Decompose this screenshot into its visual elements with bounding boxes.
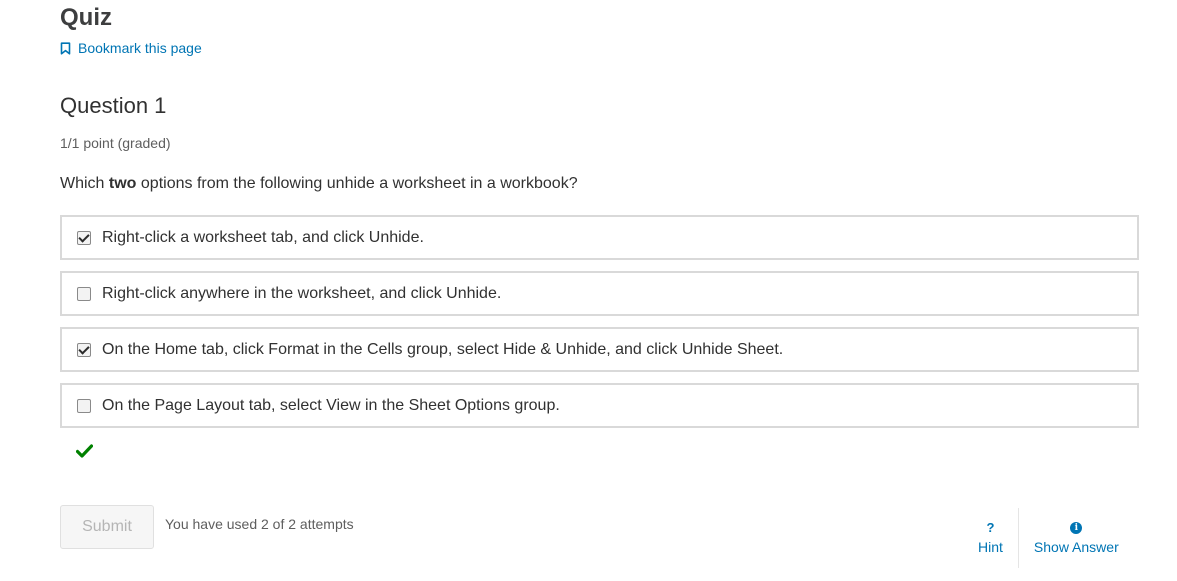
option-3-checkbox[interactable] [77, 342, 91, 357]
show-answer-label: Show Answer [1033, 538, 1119, 555]
prompt-text-after: options from the following unhide a work… [136, 175, 578, 192]
submit-button[interactable]: Submit [60, 505, 154, 549]
option-2[interactable]: Right-click anywhere in the worksheet, a… [60, 271, 1139, 316]
attempts-status: You have used 2 of 2 attempts [165, 516, 354, 532]
hint-button[interactable]: ? Hint [963, 508, 1018, 568]
show-answer-button[interactable]: i Show Answer [1019, 508, 1134, 568]
option-3-label: On the Home tab, click Format in the Cel… [102, 340, 784, 358]
points-status: 1/1 point (graded) [60, 135, 171, 151]
answer-options: Right-click a worksheet tab, and click U… [60, 215, 1139, 439]
option-1-label: Right-click a worksheet tab, and click U… [102, 228, 424, 246]
question-prompt: Which two options from the following unh… [60, 175, 578, 193]
bookmark-icon [60, 41, 71, 55]
prompt-text-before: Which [60, 175, 109, 192]
page-title: Quiz [60, 4, 112, 31]
info-icon: i [1070, 521, 1083, 534]
question-mark-icon: ? [986, 520, 995, 535]
option-4[interactable]: On the Page Layout tab, select View in t… [60, 383, 1139, 428]
option-4-checkbox[interactable] [77, 398, 91, 413]
correct-check-icon [75, 444, 94, 463]
question-title: Question 1 [60, 93, 167, 118]
bookmark-button[interactable]: Bookmark this page [60, 40, 202, 56]
option-1-checkbox[interactable] [77, 230, 91, 245]
prompt-emphasis: two [108, 175, 137, 192]
hint-label: Hint [978, 539, 1003, 555]
option-4-label: On the Page Layout tab, select View in t… [102, 396, 560, 414]
option-2-label: Right-click anywhere in the worksheet, a… [102, 284, 502, 302]
option-2-checkbox[interactable] [77, 286, 91, 301]
problem-actions: ? Hint i Show Answer [963, 508, 1134, 568]
option-3[interactable]: On the Home tab, click Format in the Cel… [60, 327, 1139, 372]
bookmark-label: Bookmark this page [78, 40, 202, 56]
option-1[interactable]: Right-click a worksheet tab, and click U… [60, 215, 1139, 260]
